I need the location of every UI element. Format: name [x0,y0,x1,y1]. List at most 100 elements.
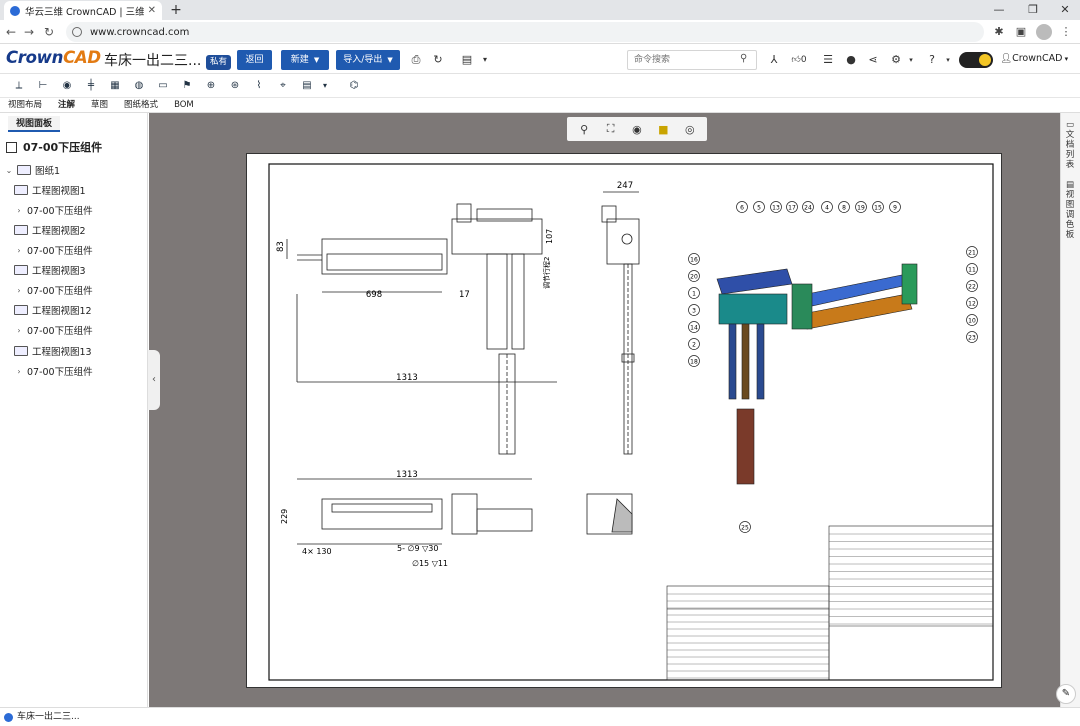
tree-node-label: 07-00下压组件 [27,206,93,217]
theme-toggle[interactable] [959,52,993,68]
user-menu[interactable]: 👤︎CrownCAD ▾ [1000,53,1068,64]
chevron-right-icon[interactable]: › [14,246,24,255]
tree-node-view[interactable]: 工程图视图2 [14,221,86,239]
settings-icon[interactable]: ⚙ [888,52,904,68]
tab-view-layout[interactable]: 视图布局 [0,98,50,112]
history-icon[interactable]: ☰ [820,52,836,68]
tree-node-part[interactable]: › 07-00下压组件 [14,281,92,299]
tree-node-view[interactable]: 工程图视图3 [14,261,86,279]
print-icon[interactable]: ⎙ [408,52,424,68]
save-dropdown-icon[interactable]: ▾ [477,52,493,68]
hole-callout-icon[interactable]: ⌖ [274,78,292,94]
fit-view-icon[interactable]: ⛶ [602,122,620,136]
extensions-icon[interactable]: ✱ [991,24,1007,40]
sidebar-icon[interactable]: ▣ [1013,24,1029,40]
tab-sketch[interactable]: 草图 [83,98,116,112]
minimize-window-button[interactable]: — [984,0,1014,20]
tree-node-part[interactable]: › 07-00下压组件 [14,201,93,219]
sheet-color-icon[interactable]: ■ [654,123,672,136]
ordinate-dimension-icon[interactable]: ╪ [82,78,100,94]
command-search-input[interactable] [627,50,757,70]
document-name[interactable]: 车床一出二三... [104,50,200,70]
like-count: 0 [800,55,807,65]
surface-finish-icon[interactable]: ▭ [154,78,172,94]
balloon-label: 4 [825,205,829,212]
comment-icon[interactable]: ● [843,52,859,68]
balloon-icon[interactable]: ◍ [130,78,148,94]
tab-annotation[interactable]: 注解 [50,98,83,112]
balloon-label: 10 [968,318,976,325]
browser-tab[interactable]: 华云三维 CrownCAD | 三维云CA ✕ [4,1,162,20]
geometric-tolerance-icon[interactable]: ⊕ [202,78,220,94]
chevron-right-icon[interactable]: › [14,326,24,335]
save-icon[interactable]: ▤ [459,52,475,68]
tree-node-sheet[interactable]: ⌄ 图纸1 [4,161,60,179]
close-window-button[interactable]: ✕ [1050,0,1080,20]
linear-dimension-icon[interactable]: ⊢ [34,78,52,94]
back-button[interactable]: 返回 [237,50,272,70]
edit-note-icon[interactable]: ✎ [1056,684,1076,704]
sheet-icon [17,165,31,175]
tree-node-part[interactable]: › 07-00下压组件 [14,321,92,339]
browser-menu-icon[interactable]: ⋮ [1058,24,1074,40]
forward-arrow-icon[interactable]: → [20,24,38,40]
site-info-icon[interactable] [72,27,82,37]
tree-root[interactable]: 07-00下压组件 [4,139,102,155]
dim-83-label: 83 [276,241,286,252]
reload-icon[interactable]: ↻ [40,24,58,40]
more-tools-dropdown-icon[interactable]: ▾ [316,78,334,94]
view-palette-label: 视图调色板 [1065,190,1075,240]
url-field[interactable]: www.crowncad.com [66,22,984,42]
assembly-icon[interactable]: ⅄ [766,52,782,68]
display-style-icon[interactable]: ◎ [681,123,699,136]
view-toolbar: ⚲ ⛶ ◉ ■ ◎ [567,117,707,141]
bom-tool-icon[interactable]: ⌬ [345,78,363,94]
user-icon: 👤︎ [1000,53,1013,64]
dim-107-label: 107 [545,229,554,244]
share-icon[interactable]: ⋖ [865,52,881,68]
tree-node-part[interactable]: › 07-00下压组件 [14,362,92,380]
chevron-right-icon[interactable]: › [14,206,24,215]
smart-dimension-icon[interactable]: ⟂ [10,78,28,94]
settings-dropdown-icon[interactable]: ▾ [903,52,919,68]
chevron-right-icon[interactable]: › [14,286,24,295]
table-icon[interactable]: ▤ [298,78,316,94]
browser-profile-avatar[interactable] [1036,24,1052,40]
collapse-panel-handle[interactable]: ‹ [148,350,160,410]
sun-icon [979,54,991,66]
chevron-right-icon[interactable]: › [14,367,24,376]
doc-list-tab[interactable]: ▭ 文档列表 [1063,120,1077,170]
datum-icon[interactable]: ⚑ [178,78,196,94]
tree-node-part[interactable]: › 07-00下压组件 [14,241,92,259]
help-dropdown-icon[interactable]: ▾ [940,52,956,68]
zoom-icon[interactable]: ⚲ [575,123,593,136]
visibility-icon[interactable]: ◉ [628,123,646,136]
import-export-button[interactable]: 导入/导出 ▼ [336,50,400,70]
new-button[interactable]: 新建 ▼ [281,50,329,70]
tree-node-view[interactable]: 工程图视图13 [14,342,92,360]
tab-bom[interactable]: BOM [166,98,202,112]
balloon-label: 6 [740,205,744,212]
weld-symbol-icon[interactable]: ⌇ [250,78,268,94]
back-button-label: 返回 [245,55,264,65]
like-button[interactable]: 👍︎0 [788,52,810,68]
note-icon[interactable]: ▦ [106,78,124,94]
tree-node-view[interactable]: 工程图视图12 [14,301,92,319]
tab-sheet-format[interactable]: 图纸格式 [116,98,166,112]
close-tab-icon[interactable]: ✕ [148,5,156,16]
maximize-window-button[interactable]: ❐ [1018,0,1048,20]
view-panel-tab[interactable]: 视图面板 [8,116,61,132]
diameter-dimension-icon[interactable]: ◉ [58,78,76,94]
refresh-icon[interactable]: ↻ [430,52,446,68]
new-tab-button[interactable]: + [168,1,184,19]
help-icon[interactable]: ? [924,52,940,68]
drawing-sheet[interactable]: 698 17 83 107 调节行程2 1313 247 1313 229 4×… [246,153,1002,688]
tree-node-view[interactable]: 工程图视图1 [14,181,86,199]
back-arrow-icon[interactable]: ← [2,24,20,40]
import-export-label: 导入/导出 [343,55,383,65]
chevron-down-icon[interactable]: ⌄ [4,166,14,175]
browser-tab-strip [0,0,1080,20]
center-mark-icon[interactable]: ⊛ [226,78,244,94]
view-palette-tab[interactable]: ▤ 视图调色板 [1063,180,1077,240]
search-icon[interactable]: ⚲ [740,53,747,64]
